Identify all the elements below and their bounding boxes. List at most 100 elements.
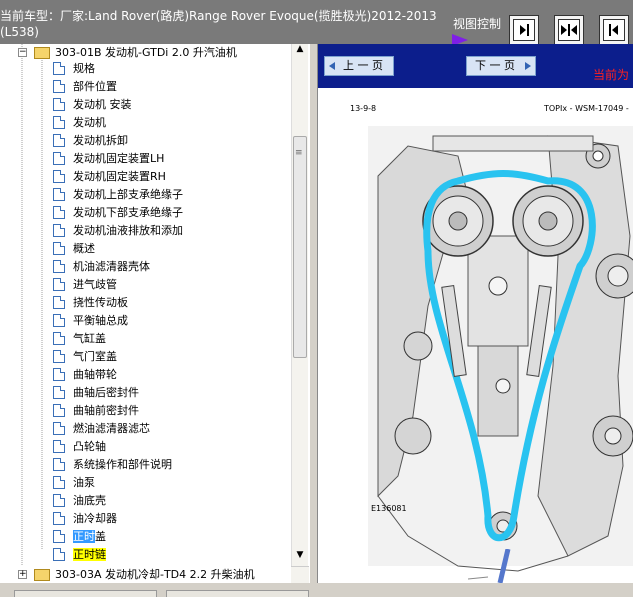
document-icon (53, 422, 65, 435)
tree-item-label: 规格 (73, 62, 95, 75)
tree-item-timing-chain[interactable]: 正时链 (0, 546, 290, 564)
arrow-right-bar-icon (520, 24, 529, 36)
arrow-left-icon (329, 62, 335, 70)
arrow-left-bar-icon (609, 24, 618, 36)
document-icon (53, 224, 65, 237)
document-icon (53, 278, 65, 291)
tree-item-label: 概述 (73, 242, 95, 255)
scroll-grip-icon: ≡ (295, 148, 303, 158)
tree-item-timing-cover[interactable]: 正时盖 (0, 528, 290, 546)
document-icon (53, 404, 65, 417)
tree-item-label: 油泵 (73, 476, 95, 489)
pane-splitter[interactable] (309, 44, 318, 597)
tree-item[interactable]: 系统操作和部件说明 (0, 456, 290, 474)
tree-item[interactable]: 燃油滤清器滤芯 (0, 420, 290, 438)
tree-item-label: 链 (95, 548, 106, 561)
tree-item[interactable]: 发动机下部支承绝缘子 (0, 204, 290, 222)
page-date: 13-9-8 (350, 104, 377, 113)
view-left-pane-button[interactable] (599, 15, 629, 45)
figure-id-label: E136081 (371, 504, 407, 513)
next-page-button[interactable]: 下 一 页 (466, 56, 536, 76)
tree-item[interactable]: 发动机 安装 (0, 96, 290, 114)
tree-item-label: 发动机油液排放和添加 (73, 224, 183, 237)
tree-item-label: 发动机下部支承绝缘子 (73, 206, 183, 219)
document-icon (53, 116, 65, 129)
tree-item-label: 发动机 (73, 116, 106, 129)
tree-item[interactable]: 部件位置 (0, 78, 290, 96)
view-right-pane-button[interactable] (509, 15, 539, 45)
page-reference: TOPIx - WSM-17049 - (544, 104, 629, 113)
document-icon (53, 368, 65, 381)
manual-tree-panel: − 303-01B 发动机-GTDi 2.0 升汽油机 规格 部件位置 发动机 安装… (0, 44, 309, 566)
header-bar: 当前车型：厂家:Land Rover(路虎)Range Rover Evoque… (0, 0, 633, 46)
tree-collapse-toggle[interactable]: − (18, 48, 27, 57)
tree-item-label: 系统操作和部件说明 (73, 458, 172, 471)
status-tab[interactable] (14, 590, 157, 597)
tree-vertical-scrollbar[interactable]: ▲ ≡ ▼ (291, 44, 308, 566)
tree-item[interactable]: 发动机固定装置RH (0, 168, 290, 186)
tree-item[interactable]: 机油滤清器壳体 (0, 258, 290, 276)
tree-item-label: 油底壳 (73, 494, 106, 507)
tree-item-label: 燃油滤清器滤芯 (73, 422, 150, 435)
tree-expand-toggle[interactable]: + (18, 570, 27, 579)
search-hit-highlight: 正时 (73, 548, 95, 561)
previous-page-button[interactable]: 上 一 页 (324, 56, 394, 76)
scroll-up-arrow-icon[interactable]: ▲ (292, 44, 308, 60)
tree-item-label: 凸轮轴 (73, 440, 106, 453)
current-page-label: 当前为 (593, 68, 630, 82)
document-icon (53, 188, 65, 201)
document-icon (53, 512, 65, 525)
tree-item-label: 油冷却器 (73, 512, 117, 525)
open-folder-icon (34, 47, 50, 59)
document-viewer: 上 一 页 下 一 页 当前为 13-9-8 TOPIx - WSM-17049… (318, 44, 633, 583)
status-tab[interactable] (166, 590, 309, 597)
view-split-button[interactable] (554, 15, 584, 45)
tree-folder-303-03a[interactable]: 303-03A 发动机冷却-TD4 2.2 升柴油机 (55, 566, 255, 584)
scrollbar-thumb[interactable] (293, 136, 307, 358)
document-icon (53, 170, 65, 183)
tree-item[interactable]: 规格 (0, 60, 290, 78)
tree-item[interactable]: 油冷却器 (0, 510, 290, 528)
tree-item[interactable]: 气缸盖 (0, 330, 290, 348)
tree-item[interactable]: 曲轴带轮 (0, 366, 290, 384)
document-icon (53, 332, 65, 345)
tree-item-label: 平衡轴总成 (73, 314, 128, 327)
tree-item[interactable]: 油泵 (0, 474, 290, 492)
tree-item[interactable]: 发动机拆卸 (0, 132, 290, 150)
tree-item-label: 气缸盖 (73, 332, 106, 345)
tree-item[interactable]: 进气歧管 (0, 276, 290, 294)
document-icon (53, 242, 65, 255)
tree-item[interactable]: 发动机 (0, 114, 290, 132)
tree-item-label: 进气歧管 (73, 278, 117, 291)
folder-icon (34, 569, 50, 581)
tree-item[interactable]: 平衡轴总成 (0, 312, 290, 330)
document-icon (53, 476, 65, 489)
document-icon (53, 134, 65, 147)
tree-item[interactable]: 气门室盖 (0, 348, 290, 366)
document-icon (53, 296, 65, 309)
tree-item[interactable]: 曲轴前密封件 (0, 402, 290, 420)
document-icon (53, 206, 65, 219)
tree-item[interactable]: 油底壳 (0, 492, 290, 510)
tree-item[interactable]: 发动机固定装置LH (0, 150, 290, 168)
tree-item[interactable]: 凸轮轴 (0, 438, 290, 456)
current-vehicle-label: 当前车型：厂家:Land Rover(路虎)Range Rover Evoque… (0, 9, 437, 39)
document-icon (53, 530, 65, 543)
tree-item-label: 发动机固定装置RH (73, 170, 166, 183)
tree-item-label: 盖 (95, 530, 106, 543)
tree-item-label: 发动机拆卸 (73, 134, 128, 147)
document-icon (53, 458, 65, 471)
tree-item[interactable]: 发动机油液排放和添加 (0, 222, 290, 240)
document-icon (53, 152, 65, 165)
tree-next-folder-strip[interactable]: + 303-03A 发动机冷却-TD4 2.2 升柴油机 (0, 566, 291, 584)
tree-item[interactable]: 发动机上部支承绝缘子 (0, 186, 290, 204)
document-icon (53, 62, 65, 75)
view-control-label: 视图控制 (453, 17, 502, 31)
tree-item-label: 曲轴后密封件 (73, 386, 139, 399)
tree-item[interactable]: 概述 (0, 240, 290, 258)
tree-item-label: 气门室盖 (73, 350, 117, 363)
scroll-down-arrow-icon[interactable]: ▼ (292, 550, 308, 566)
tree-item[interactable]: 挠性传动板 (0, 294, 290, 312)
tree-item[interactable]: 曲轴后密封件 (0, 384, 290, 402)
tree-item-label: 挠性传动板 (73, 296, 128, 309)
